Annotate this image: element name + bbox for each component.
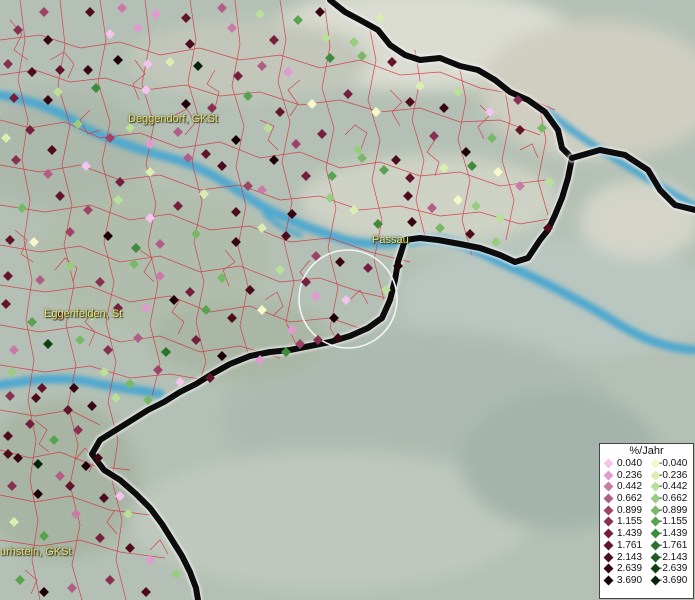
- legend-swatch-positive: [603, 575, 614, 586]
- legend-row: 0.236 -0.236: [600, 470, 693, 482]
- legend-swatch-positive: [603, 493, 614, 504]
- legend-rows: 0.040 -0.040 0.236 -0.236 0.442 -0.442 0.662 -0…: [600, 458, 693, 587]
- legend-value-negative: -0.040: [659, 458, 688, 469]
- legend-value-negative: -2.143: [659, 551, 688, 563]
- legend-value-positive: 0.236: [617, 469, 643, 481]
- legend-value-positive: 0.662: [617, 493, 643, 505]
- legend-row: 3.690 -3.690: [600, 575, 693, 587]
- legend-value-positive: 1.155: [617, 516, 643, 528]
- legend-row: 0.040 -0.040: [600, 458, 693, 470]
- legend-row: 0.662 -0.662: [600, 493, 693, 505]
- legend-swatch-positive: [603, 528, 614, 539]
- legend-value-positive: 2.639: [617, 563, 643, 575]
- legend-swatch-positive: [603, 516, 614, 527]
- legend-value-negative: -0.442: [659, 481, 688, 493]
- legend-value-positive: 1.439: [617, 528, 643, 540]
- legend-swatch-positive: [603, 470, 614, 481]
- legend-value-positive: 2.143: [617, 551, 643, 563]
- legend-row: 1.761 -1.761: [600, 540, 693, 552]
- legend-value-negative: -0.662: [659, 493, 688, 505]
- legend-row: 2.639 -2.639: [600, 563, 693, 575]
- legend-value-positive: 1.761: [617, 539, 643, 551]
- legend-value-negative: -3.690: [659, 574, 688, 586]
- legend-row: 1.439 -1.439: [600, 528, 693, 540]
- legend-value-negative: -2.639: [659, 563, 688, 575]
- legend-value-positive: 0.442: [617, 481, 643, 493]
- legend-value-positive: 0.899: [617, 504, 643, 516]
- legend-row: 1.155 -1.155: [600, 516, 693, 528]
- legend-value-negative: -1.155: [659, 516, 688, 528]
- legend-row: 0.442 -0.442: [600, 481, 693, 493]
- legend-swatch-positive: [603, 552, 614, 562]
- legend-swatch-positive: [603, 540, 614, 551]
- legend-value-positive: 3.690: [617, 574, 643, 586]
- legend-swatch-positive: [603, 505, 614, 516]
- legend-swatch-positive: [603, 481, 614, 492]
- legend-row: 2.143 -2.143: [600, 552, 693, 564]
- legend-value-negative: -1.761: [659, 539, 688, 551]
- map-canvas[interactable]: [0, 0, 695, 600]
- legend-value-positive: 0.040: [617, 458, 643, 469]
- legend-title: %/Jahr: [629, 445, 664, 457]
- legend-row: 0.899 -0.899: [600, 505, 693, 517]
- map-legend: %/Jahr 0.040 -0.040 0.236 -0.236 0.442 -0.442…: [599, 443, 694, 599]
- legend-value-negative: -0.899: [659, 504, 688, 516]
- legend-swatch-positive: [603, 458, 614, 469]
- legend-value-negative: -1.439: [659, 528, 688, 540]
- legend-value-negative: -0.236: [659, 469, 688, 481]
- legend-swatch-positive: [603, 563, 614, 574]
